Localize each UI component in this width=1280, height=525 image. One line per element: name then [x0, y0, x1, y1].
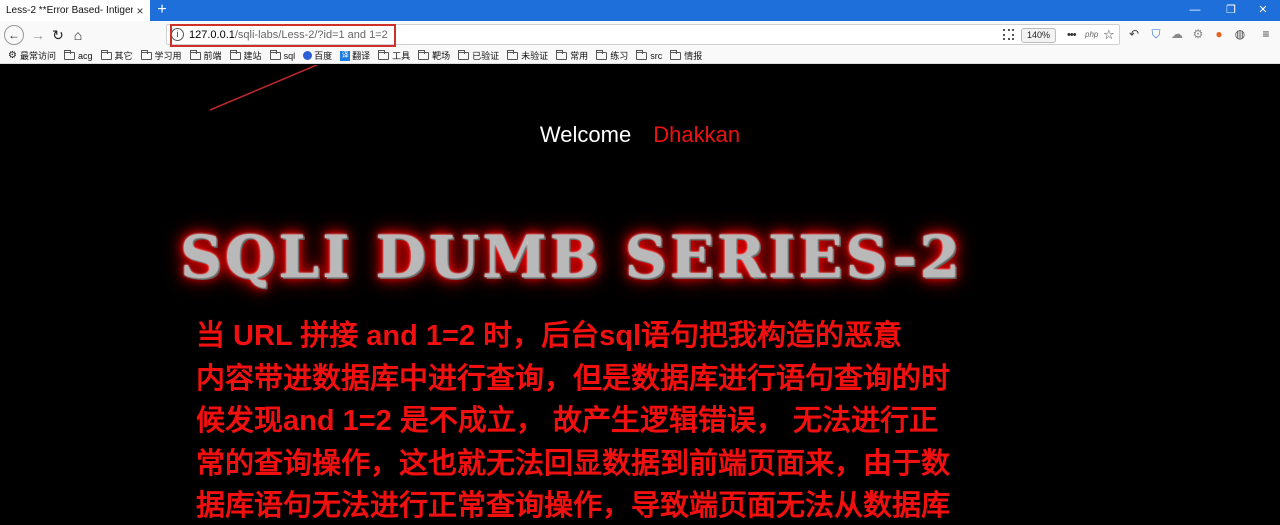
explanation-line: 候发现and 1=2 是不成立， 故产生逻辑错误， 无法进行正	[196, 405, 938, 437]
bookmark-folder[interactable]: 情报	[670, 49, 702, 62]
bookmark-label: 已验证	[472, 51, 500, 61]
bookmark-label: 翻译	[352, 51, 371, 61]
welcome-text: Welcome	[539, 122, 632, 147]
page-banner: SQLI DUMB SERIES-2	[180, 223, 963, 291]
cloud-icon[interactable]: ☁	[1169, 26, 1185, 42]
bookmark-label: 前端	[203, 51, 222, 61]
bookmark-label: sql	[283, 50, 296, 61]
php-icon[interactable]: php	[1085, 27, 1098, 43]
fox-icon[interactable]: ●	[1211, 26, 1227, 42]
bookmark-label: 练习	[610, 51, 629, 61]
folder-icon	[189, 49, 201, 60]
bookmark-folder[interactable]: 建站	[229, 49, 262, 62]
explanation-line: 常的查询操作，这也就无法回显数据到前端页面来，由于数	[196, 447, 951, 480]
username-text: Dhakkan	[653, 122, 741, 147]
forward-icon[interactable]: →	[28, 25, 48, 45]
close-tab-icon[interactable]: ×	[133, 4, 147, 18]
menu-icon[interactable]: ≡	[1258, 26, 1274, 42]
explanation-line: 内容带进数据库中进行查询，但是数据库进行语句查询的时	[196, 362, 951, 395]
bookmark-label: 其它	[114, 51, 133, 61]
qr-code-icon[interactable]	[1003, 29, 1014, 40]
bookmark-folder[interactable]: 已验证	[458, 49, 499, 62]
back-icon[interactable]: ←	[4, 25, 24, 45]
translate-icon: 译	[340, 50, 351, 61]
bookmark-label: 未验证	[521, 51, 549, 61]
home-icon[interactable]: ⌂	[68, 25, 88, 45]
close-window-icon[interactable]: ✕	[1246, 0, 1280, 21]
bookmark-item[interactable]: 译翻译	[340, 49, 370, 62]
bookmark-folder[interactable]: 靶场	[418, 49, 450, 62]
folder-icon	[507, 49, 519, 60]
bookmark-folder[interactable]: sql	[269, 49, 296, 61]
bookmark-label: 最常访问	[19, 51, 56, 61]
bookmark-label: 常用	[570, 51, 589, 61]
bookmark-folder[interactable]: 学习用	[140, 49, 182, 62]
folder-icon	[269, 49, 281, 60]
folder-icon	[670, 49, 682, 60]
bookmark-label: 靶场	[432, 51, 451, 61]
folder-icon	[636, 49, 648, 60]
folder-icon	[63, 49, 75, 60]
reload-icon[interactable]: ↻	[48, 25, 68, 45]
folder-icon	[229, 49, 241, 60]
new-tab-button[interactable]: +	[154, 1, 170, 19]
tab-strip: Less-2 **Error Based- Intiger** × + — ❐ …	[0, 0, 1280, 21]
minimize-icon[interactable]: —	[1178, 0, 1212, 21]
url-highlight-box	[170, 24, 396, 47]
annotation-arrow	[209, 65, 319, 111]
sync-icon[interactable]: ◍	[1232, 26, 1248, 42]
undo-icon[interactable]: ↶	[1126, 26, 1142, 42]
bookmark-folder[interactable]: acg	[63, 49, 93, 61]
shield-icon[interactable]: ⛉	[1148, 26, 1164, 42]
bookmark-folder[interactable]: 其它	[100, 49, 133, 62]
folder-icon	[378, 49, 390, 60]
folder-icon	[556, 49, 568, 60]
gear-icon: ⚙	[8, 50, 17, 61]
tab-title: Less-2 **Error Based- Intiger**	[6, 5, 133, 16]
bookmark-item[interactable]: ⚙ 最常访问	[8, 49, 56, 62]
folder-icon	[140, 49, 152, 60]
bookmark-label: src	[650, 50, 663, 61]
baidu-icon	[303, 51, 313, 60]
bookmark-item[interactable]: 百度	[303, 49, 332, 62]
bookmark-folder[interactable]: 工具	[378, 49, 410, 62]
bookmark-folder[interactable]: 前端	[189, 49, 222, 62]
bookmark-label: acg	[77, 50, 93, 61]
bookmark-star-icon[interactable]: ☆	[1103, 27, 1115, 43]
zoom-level[interactable]: 140%	[1021, 28, 1057, 43]
folder-icon	[100, 49, 112, 60]
welcome-line: Welcome Dhakkan	[0, 122, 1280, 148]
bookmark-folder[interactable]: 练习	[596, 49, 628, 62]
folder-icon	[458, 49, 470, 60]
bookmark-label: 百度	[314, 51, 333, 61]
bookmark-label: 情报	[684, 51, 703, 61]
folder-icon	[596, 49, 608, 60]
bookmark-folder[interactable]: src	[636, 49, 663, 61]
bookmark-label: 学习用	[154, 51, 182, 61]
explanation-line: 据库语句无法进行正常查询操作，导致端页面无法从数据库	[196, 490, 951, 522]
bookmark-label: 建站	[243, 51, 262, 61]
page-content: Welcome Dhakkan SQLI DUMB SERIES-2 当 URL …	[0, 65, 1280, 525]
page-actions-icon[interactable]: •••	[1067, 27, 1077, 43]
bookmarks-bar: ⚙ 最常访问 acg 其它 学习用 前端 建站 sql 百度 译翻译 工具 靶场 …	[0, 48, 1280, 64]
gear-icon[interactable]: ⚙	[1190, 26, 1206, 42]
folder-icon	[418, 49, 430, 60]
tab-active[interactable]: Less-2 **Error Based- Intiger** ×	[0, 0, 150, 21]
explanation-text: 当 URL 拼接 and 1=2 时，后台sql语句把我构造的恶意 内容带进数据…	[196, 315, 1096, 525]
bookmark-folder[interactable]: 常用	[556, 49, 588, 62]
explanation-line: 当 URL 拼接 and 1=2 时，后台sql语句把我构造的恶意	[196, 320, 903, 352]
bookmark-label: 工具	[392, 51, 411, 61]
restore-icon[interactable]: ❐	[1214, 0, 1248, 21]
bookmark-folder[interactable]: 未验证	[507, 49, 548, 62]
